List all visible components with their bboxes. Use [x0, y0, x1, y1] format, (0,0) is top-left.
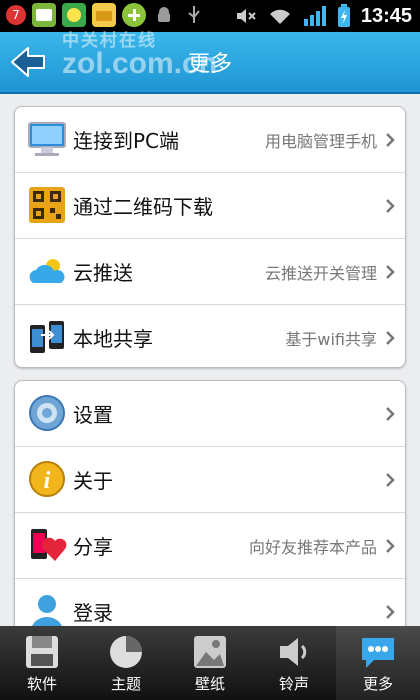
menu-item-subtitle: 向好友推荐本产品: [248, 537, 377, 557]
flower-icon: [62, 3, 86, 27]
qr-code-icon: [29, 187, 65, 223]
menu-item-label: 通过二维码下载: [73, 195, 213, 219]
menu-item-share[interactable]: 分享 向好友推荐本产品: [15, 513, 405, 579]
tab-wallpaper[interactable]: 壁纸: [168, 626, 252, 700]
menu-item-cloud-push[interactable]: 云推送 云推送开关管理: [15, 239, 405, 305]
battery-charging-icon: [337, 4, 350, 27]
gear-icon: [29, 395, 65, 431]
menu-item-label: 登录: [73, 601, 113, 625]
tab-ringtone[interactable]: 铃声: [252, 626, 336, 700]
tab-label: 壁纸: [194, 675, 225, 693]
menu-item-subtitle: 云推送开关管理: [264, 263, 377, 283]
menu-item-label: 本地共享: [73, 327, 153, 351]
menu-item-about[interactable]: i 关于: [15, 447, 405, 513]
message-icon: [32, 3, 56, 27]
chat-more-icon: [362, 638, 394, 668]
tab-more[interactable]: 更多: [336, 626, 420, 700]
tab-label: 铃声: [278, 675, 309, 693]
monitor-icon: [28, 122, 66, 156]
user-icon: [31, 595, 63, 631]
pie-theme-icon: [110, 636, 142, 668]
menu-item-label: 云推送: [73, 261, 133, 285]
menu-item-local-share[interactable]: 本地共享 基于wifi共享: [15, 305, 405, 367]
tab-theme[interactable]: 主题: [84, 626, 168, 700]
chevron-right-icon: [386, 406, 395, 421]
chevron-right-icon: [386, 198, 395, 213]
folder-icon: [92, 3, 116, 27]
usb-icon: [182, 3, 206, 27]
menu-item-connect-pc[interactable]: 连接到PC端 用电脑管理手机: [15, 107, 405, 173]
chevron-right-icon: [386, 132, 395, 147]
chevron-right-icon: [386, 264, 395, 279]
wallpaper-icon: [194, 636, 226, 668]
tab-label: 软件: [26, 675, 57, 693]
tab-software[interactable]: 软件: [0, 626, 84, 700]
menu-item-label: 连接到PC端: [73, 129, 180, 153]
menu-item-label: 关于: [73, 469, 113, 493]
tab-label: 更多: [362, 675, 393, 693]
menu-item-subtitle: 用电脑管理手机: [264, 131, 377, 151]
watermark-line2: zol.com.cn: [62, 47, 218, 80]
info-icon: i: [29, 461, 65, 497]
notification-count: 7: [12, 8, 20, 22]
clock: 13:45: [360, 4, 412, 27]
menu-item-label: 分享: [73, 535, 113, 559]
android-icon: [152, 3, 176, 27]
chevron-right-icon: [386, 604, 395, 619]
floppy-icon: [26, 636, 58, 668]
svg-text:i: i: [44, 468, 51, 494]
status-bar: 7 13:45: [0, 0, 420, 32]
phone-share-icon: [30, 321, 64, 353]
menu-item-settings[interactable]: 设置: [15, 381, 405, 447]
card-settings: 设置 i 关于 分享 向好友推荐本产品 登录: [14, 380, 406, 652]
signal-icon: [303, 6, 326, 26]
speaker-icon: [280, 638, 307, 666]
notification-badge-icon: 7: [6, 5, 26, 25]
mute-icon: [236, 9, 256, 23]
share-heart-icon: [31, 529, 67, 561]
chevron-right-icon: [386, 538, 395, 553]
wifi-icon: [269, 9, 290, 24]
menu-item-qr-download[interactable]: 通过二维码下载: [15, 173, 405, 239]
watermark: 中关村在线 zol.com.cn: [62, 32, 217, 79]
chevron-right-icon: [386, 330, 395, 345]
card-connect: 连接到PC端 用电脑管理手机 通过二维码下载 云推送 云推送开关管理 本地共享 …: [14, 106, 406, 368]
chevron-right-icon: [386, 472, 395, 487]
cloud-push-icon: [29, 259, 65, 283]
add-app-icon: [122, 3, 146, 27]
menu-item-subtitle: 基于wifi共享: [285, 329, 377, 349]
menu-item-label: 设置: [73, 403, 113, 427]
bottom-tab-bar: 软件 主题 壁纸 铃声 更多: [0, 626, 420, 700]
tab-label: 主题: [110, 675, 141, 693]
